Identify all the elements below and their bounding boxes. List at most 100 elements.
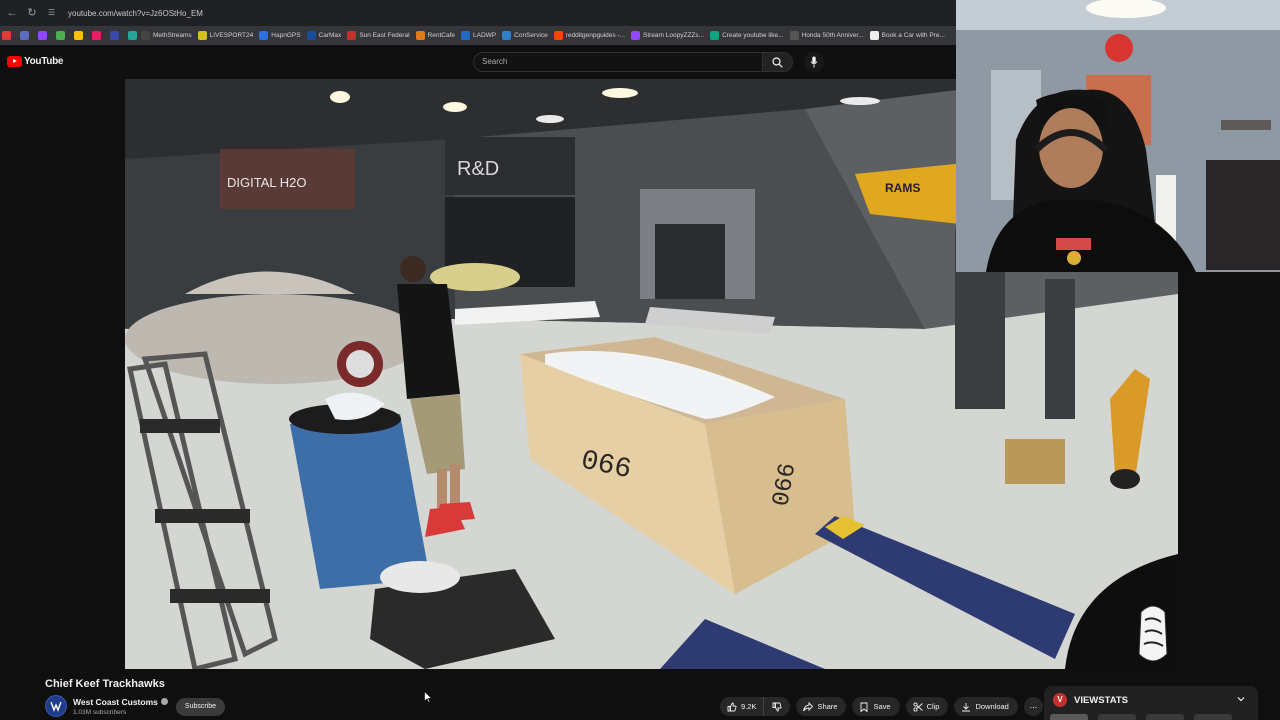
bookmark-favicon-icon — [631, 31, 641, 40]
extension-icon[interactable] — [2, 31, 11, 40]
bookmark-item[interactable]: Sun East Federal — [347, 31, 410, 40]
mouse-cursor-icon — [424, 691, 432, 703]
extension-icon[interactable] — [38, 31, 47, 40]
download-icon — [962, 702, 971, 711]
shop-sign-rd: R&D — [457, 158, 499, 180]
download-label: Download — [975, 702, 1009, 711]
youtube-header: YouTube Search — [0, 45, 956, 79]
bookmark-item[interactable]: Book a Car with Pre... — [869, 31, 945, 40]
extension-icon[interactable] — [128, 31, 137, 40]
extension-icon[interactable] — [92, 31, 101, 40]
like-count: 9.2K — [741, 702, 757, 711]
webcam-frame — [956, 0, 1280, 272]
viewstats-tab[interactable] — [1050, 714, 1088, 720]
bookmark-item[interactable]: Create youtube like... — [710, 31, 784, 40]
viewstats-tabs — [1050, 714, 1250, 720]
voice-search-button[interactable] — [804, 52, 824, 72]
bookmark-item[interactable]: RentCafe — [415, 31, 456, 40]
reload-icon[interactable]: ↻ — [24, 5, 40, 21]
bookmark-label: redditgenpguides -... — [565, 32, 626, 39]
like-button[interactable]: 9.2K — [720, 697, 765, 716]
bookmark-label: Create youtube like... — [722, 32, 784, 39]
search-input[interactable]: Search — [473, 52, 763, 72]
bookmark-label: ConService — [514, 32, 548, 39]
url-text[interactable]: youtube.com/watch?v=Jz6OStHo_EM — [68, 9, 203, 18]
subscribe-button[interactable]: Subscribe — [176, 698, 225, 716]
channel-watermark-icon — [1138, 605, 1168, 662]
bookmark-item[interactable]: redditgenpguides -... — [553, 31, 626, 40]
extension-icon[interactable] — [56, 31, 65, 40]
bookmark-favicon-icon — [710, 31, 720, 40]
viewstats-tab[interactable] — [1146, 714, 1184, 720]
thumbs-up-icon — [727, 702, 737, 711]
channel-avatar[interactable] — [45, 695, 67, 717]
more-actions-button[interactable]: ... — [1023, 697, 1043, 716]
viewstats-panel[interactable]: V VIEWSTATS — [1044, 686, 1258, 720]
channel-name[interactable]: West Coast Customs — [73, 697, 168, 707]
bookmark-item[interactable]: MethStreams — [141, 31, 192, 40]
bookmark-label: LIVESPORT24 — [209, 32, 254, 39]
streamer-webcam — [956, 0, 1280, 272]
bookmark-item[interactable]: Stream LoopyZZZs... — [631, 31, 704, 40]
bookmark-label: RentCafe — [427, 32, 456, 39]
shop-sign-rams: RAMS — [885, 181, 920, 195]
viewstats-logo-icon: V — [1053, 693, 1067, 707]
bookmark-item[interactable]: LADWP — [461, 31, 496, 40]
bookmark-item[interactable]: HapnGPS — [259, 31, 301, 40]
bookmark-favicon-icon — [141, 31, 150, 40]
extension-icon[interactable] — [20, 31, 29, 40]
bookmark-favicon-icon — [789, 31, 799, 40]
download-button[interactable]: Download — [954, 697, 1018, 716]
bookmark-label: Stream LoopyZZZs... — [643, 32, 705, 39]
bookmarks-bar: MethStreams LIVESPORT24 HapnGPS CarMax Sun E… — [0, 26, 956, 45]
save-label: Save — [873, 702, 891, 711]
clip-button[interactable]: Clip — [905, 697, 949, 716]
bookmark-label: LADWP — [473, 32, 497, 39]
bookmark-label: Honda 50th Anniver... — [801, 32, 864, 39]
chevron-down-icon[interactable] — [1236, 694, 1246, 704]
back-icon[interactable]: ← — [4, 5, 20, 21]
scissors-icon — [913, 701, 923, 712]
bookmark-item[interactable]: LIVESPORT24 — [197, 31, 254, 40]
share-button[interactable]: Share — [796, 697, 847, 716]
dislike-button[interactable] — [764, 697, 790, 716]
site-info-icon[interactable]: ☰ — [48, 8, 58, 18]
youtube-logo[interactable]: YouTube — [7, 56, 64, 67]
viewstats-tab[interactable] — [1098, 714, 1136, 720]
microphone-icon — [810, 56, 818, 68]
bookmark-favicon-icon — [197, 31, 207, 40]
subscriber-count: 1.03M subscribers — [73, 709, 127, 716]
verified-icon — [160, 698, 168, 706]
youtube-play-icon — [7, 56, 22, 67]
bookmark-label: HapnGPS — [271, 32, 301, 39]
clip-label: Clip — [926, 702, 940, 711]
bookmark-item[interactable]: Honda 50th Anniver... — [789, 31, 864, 40]
viewstats-title: VIEWSTATS — [1074, 695, 1129, 706]
shop-sign-digital-h2o: DIGITAL H2O — [227, 175, 306, 190]
bookmark-favicon-icon — [415, 31, 425, 40]
youtube-logo-text: YouTube — [24, 56, 64, 67]
bookmark-icon — [861, 702, 868, 712]
bookmark-favicon-icon — [553, 31, 563, 40]
search-button[interactable] — [763, 52, 793, 72]
channel-name-text[interactable]: West Coast Customs — [73, 697, 158, 707]
like-dislike-group: 9.2K — [720, 697, 791, 716]
share-icon — [803, 701, 814, 711]
extension-icon[interactable] — [110, 31, 119, 40]
bookmark-favicon-icon — [869, 31, 879, 40]
bookmark-item[interactable]: CarMax — [306, 31, 342, 40]
browser-address-bar: ← ↻ ☰ youtube.com/watch?v=Jz6OStHo_EM — [0, 0, 956, 26]
bookmark-favicon-icon — [347, 31, 357, 40]
share-label: Share — [817, 702, 838, 711]
bookmark-favicon-icon — [461, 31, 471, 40]
bookmark-favicon-icon — [259, 31, 269, 40]
bookmark-label: CarMax — [318, 32, 342, 39]
bookmark-item[interactable]: ConService — [502, 31, 548, 40]
save-button[interactable]: Save — [852, 697, 900, 716]
viewstats-tab[interactable] — [1194, 714, 1232, 720]
extension-icon[interactable] — [74, 31, 83, 40]
channel-logo-icon — [50, 701, 62, 712]
bookmark-label: MethStreams — [153, 32, 192, 39]
bookmark-label: Sun East Federal — [359, 32, 410, 39]
bookmark-favicon-icon — [306, 31, 316, 40]
